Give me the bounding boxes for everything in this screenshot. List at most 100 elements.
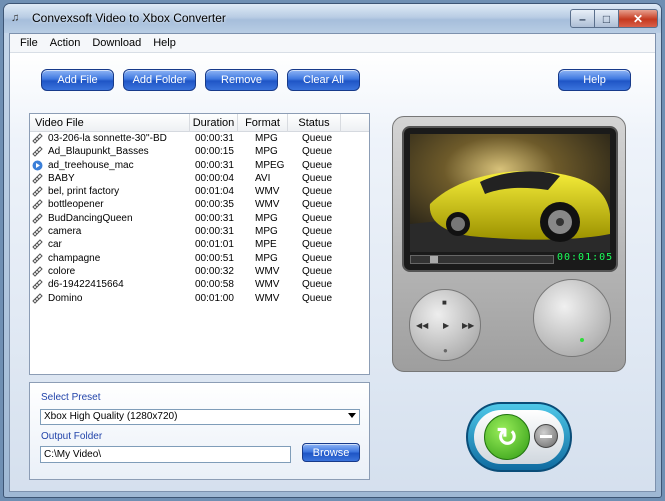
video-file-icon — [32, 292, 43, 304]
fast-forward-icon[interactable]: ▶▶ — [462, 321, 474, 330]
timecode-display: 00:01:05 — [557, 252, 614, 263]
cell-duration: 00:01:00 — [195, 292, 234, 304]
client-area: File Action Download Help Add File Add F… — [9, 33, 656, 492]
cell-video-file: ad_treehouse_mac — [48, 159, 134, 171]
menu-download[interactable]: Download — [86, 35, 147, 52]
table-row[interactable]: colore 00:00:32 WMV Queue — [30, 265, 369, 278]
column-format[interactable]: Format — [238, 114, 288, 132]
cell-format: AVI — [255, 172, 271, 184]
cell-duration: 00:00:58 — [195, 279, 234, 291]
add-file-button[interactable]: Add File — [41, 69, 114, 91]
cell-status: Queue — [302, 146, 333, 158]
table-row[interactable]: camera 00:00:31 MPG Queue — [30, 225, 369, 238]
menu-file[interactable]: File — [14, 35, 44, 52]
title-bar[interactable]: ♫ Convexsoft Video to Xbox Converter – □… — [4, 4, 661, 33]
table-row[interactable]: car 00:01:01 MPE Queue — [30, 238, 369, 251]
table-row[interactable]: d6-19422415664 00:00:58 WMV Queue — [30, 278, 369, 291]
work-area: Add File Add Folder Remove Clear All Hel… — [10, 53, 655, 491]
app-icon: ♫ — [11, 12, 20, 24]
clear-all-button[interactable]: Clear All — [287, 69, 360, 91]
table-row[interactable]: Domino 00:01:00 WMV Queue — [30, 292, 369, 305]
play-icon[interactable]: ▶ — [443, 321, 449, 330]
column-status[interactable]: Status — [288, 114, 341, 132]
cell-video-file: 03-206-la sonnette-30''-BD — [48, 133, 167, 144]
cell-video-file: Domino — [48, 292, 83, 304]
maximize-button[interactable]: □ — [594, 9, 619, 28]
table-row[interactable]: bottleopener 00:00:35 WMV Queue — [30, 198, 369, 211]
video-file-icon — [32, 186, 43, 197]
cell-duration: 00:00:31 — [195, 212, 234, 224]
cell-format: MPG — [255, 226, 278, 238]
table-row[interactable]: champagne 00:00:51 MPG Queue — [30, 252, 369, 265]
cell-duration: 00:00:35 — [195, 199, 234, 211]
cell-status: Queue — [302, 265, 333, 277]
cell-format: WMV — [255, 265, 280, 277]
playback-progress[interactable] — [410, 255, 554, 264]
cell-status: Queue — [302, 239, 333, 251]
cell-video-file: BABY — [48, 172, 75, 184]
column-duration[interactable]: Duration — [190, 114, 238, 132]
browse-button[interactable]: Browse — [302, 443, 360, 462]
cell-duration: 00:00:31 — [195, 159, 234, 171]
video-file-icon — [32, 213, 43, 224]
playback-control-pad: ■ ◀◀ ▶ ▶▶ ● — [409, 289, 481, 361]
cell-status: Queue — [302, 133, 333, 144]
minimize-button[interactable]: – — [570, 9, 595, 28]
cell-duration: 00:00:15 — [195, 146, 234, 158]
refresh-arrows-icon: ↻ — [496, 421, 518, 452]
close-button[interactable]: ✕ — [618, 9, 658, 28]
cell-duration: 00:00:31 — [195, 133, 234, 144]
convert-button[interactable]: ↻ — [484, 414, 530, 460]
menu-action[interactable]: Action — [44, 35, 87, 52]
preview-image — [410, 134, 610, 252]
cell-video-file: camera — [48, 226, 82, 238]
preview-player: 00:01:05 ■ ◀◀ ▶ ▶▶ ● — [392, 116, 626, 372]
table-row[interactable]: BABY 00:00:04 AVI Queue — [30, 172, 369, 185]
output-folder-field[interactable]: C:\My Video\ — [40, 446, 291, 463]
table-row[interactable]: BudDancingQueen 00:00:31 MPG Queue — [30, 212, 369, 225]
progress-thumb[interactable] — [430, 256, 438, 263]
cell-status: Queue — [302, 226, 333, 238]
stop-icon[interactable]: ■ — [442, 298, 447, 307]
cell-video-file: BudDancingQueen — [48, 212, 133, 224]
cell-video-file: car — [48, 239, 62, 251]
table-row[interactable]: ad_treehouse_mac 00:00:31 MPEG Queue — [30, 159, 369, 172]
video-file-icon — [32, 133, 43, 144]
rewind-icon[interactable]: ◀◀ — [416, 321, 428, 330]
preset-select[interactable]: Xbox High Quality (1280x720) — [40, 409, 360, 425]
table-row[interactable]: 03-206-la sonnette-30''-BD 00:00:31 MPG Que… — [30, 132, 369, 145]
video-file-list[interactable]: Video File Duration Format Status 03-206… — [29, 113, 370, 375]
column-video-file[interactable]: Video File — [30, 114, 190, 132]
remove-button[interactable]: Remove — [205, 69, 278, 91]
cell-status: Queue — [302, 212, 333, 224]
list-rows: 03-206-la sonnette-30''-BD 00:00:31 MPG Que… — [30, 132, 369, 305]
cell-format: MPG — [255, 252, 278, 264]
add-folder-button[interactable]: Add Folder — [123, 69, 196, 91]
cell-video-file: Ad_Blaupunkt_Basses — [48, 146, 149, 158]
cell-format: MPG — [255, 146, 278, 158]
record-icon[interactable]: ● — [443, 346, 448, 355]
help-button[interactable]: Help — [558, 69, 631, 91]
chevron-down-icon — [348, 413, 356, 418]
cell-status: Queue — [302, 199, 333, 211]
output-folder-label: Output Folder — [41, 431, 103, 442]
window-title: Convexsoft Video to Xbox Converter — [32, 11, 226, 25]
cell-format: MPEG — [255, 159, 285, 171]
video-file-icon — [32, 199, 43, 211]
cell-format: WMV — [255, 279, 280, 291]
cell-status: Queue — [302, 252, 333, 264]
menu-help[interactable]: Help — [147, 35, 182, 52]
cell-status: Queue — [302, 172, 333, 184]
cell-video-file: d6-19422415664 — [48, 279, 124, 291]
stop-convert-button[interactable] — [534, 424, 558, 448]
table-row[interactable]: Ad_Blaupunkt_Basses 00:00:15 MPG Queue — [30, 145, 369, 158]
cell-status: Queue — [302, 279, 333, 291]
play-file-icon — [32, 160, 43, 171]
cell-video-file: champagne — [48, 252, 101, 264]
video-file-icon — [32, 226, 43, 237]
table-row[interactable]: bel, print factory 00:01:04 WMV Queue — [30, 185, 369, 198]
video-file-icon — [32, 252, 43, 264]
cell-duration: 00:01:04 — [195, 186, 234, 198]
volume-knob[interactable] — [533, 279, 611, 357]
minus-icon — [540, 435, 552, 438]
